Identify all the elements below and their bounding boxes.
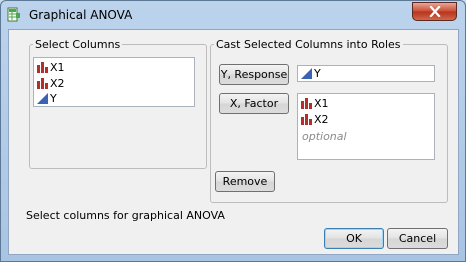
remove-button[interactable]: Remove <box>215 171 275 192</box>
title-bar[interactable]: Graphical ANOVA <box>1 1 465 28</box>
nominal-bar-icon <box>301 114 312 125</box>
close-button[interactable] <box>412 2 457 21</box>
dialog-body: Select Columns X1 X2 Y Cast Selected Col… <box>8 29 459 255</box>
list-item-label: X2 <box>50 77 65 90</box>
nominal-bar-icon <box>37 78 48 89</box>
list-item[interactable]: Y <box>37 91 57 106</box>
nominal-bar-icon <box>37 62 48 73</box>
remove-label: Remove <box>222 175 268 188</box>
cancel-label: Cancel <box>398 232 437 245</box>
response-item-label: Y <box>314 67 321 80</box>
list-item[interactable]: X1 <box>37 60 65 75</box>
nominal-bar-icon <box>301 98 312 109</box>
x-factor-label: X, Factor <box>229 97 279 110</box>
dialog-window: Graphical ANOVA Select Columns X1 X2 Y C… <box>0 0 466 262</box>
continuous-triangle-icon <box>301 68 312 79</box>
select-columns-list[interactable]: X1 X2 Y <box>33 57 195 107</box>
list-item[interactable]: X2 <box>37 76 65 91</box>
y-response-field[interactable]: Y <box>297 65 435 82</box>
list-item[interactable]: X1 <box>301 96 329 111</box>
ok-label: OK <box>346 232 362 245</box>
roles-legend: Cast Selected Columns into Roles <box>216 38 401 51</box>
cancel-button[interactable]: Cancel <box>387 228 448 249</box>
table-icon <box>7 7 21 22</box>
y-response-button[interactable]: Y, Response <box>219 64 289 85</box>
x-factor-list[interactable]: X1 X2 optional <box>297 93 435 160</box>
list-item-label: X1 <box>314 97 329 110</box>
y-response-label: Y, Response <box>220 68 288 81</box>
optional-placeholder: optional <box>302 130 347 143</box>
close-icon <box>428 6 441 17</box>
continuous-triangle-icon <box>37 93 48 104</box>
window-title: Graphical ANOVA <box>29 8 133 22</box>
list-item-label: Y <box>50 92 57 105</box>
x-factor-button[interactable]: X, Factor <box>219 93 289 114</box>
list-item-label: X2 <box>314 113 329 126</box>
list-item[interactable]: X2 <box>301 112 329 127</box>
list-item-label: X1 <box>50 61 65 74</box>
select-columns-legend: Select Columns <box>35 38 121 51</box>
status-text: Select columns for graphical ANOVA <box>26 209 225 222</box>
ok-button[interactable]: OK <box>324 228 384 249</box>
